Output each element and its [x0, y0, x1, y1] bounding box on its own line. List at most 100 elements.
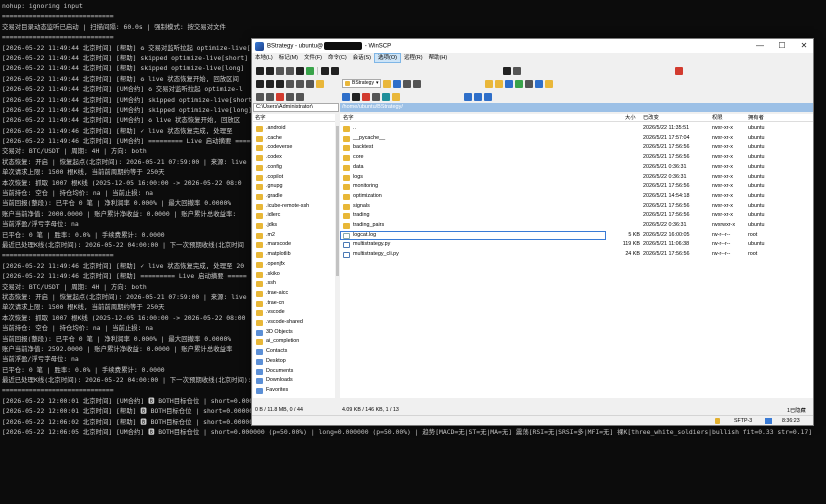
- filter-icon[interactable]: [503, 66, 511, 75]
- local-column-header[interactable]: 名字: [253, 114, 335, 122]
- local-list-item[interactable]: .vscode-shared: [253, 318, 335, 328]
- find-icon[interactable]: [525, 79, 534, 88]
- local-list-item[interactable]: .gradle: [253, 192, 335, 202]
- menu-item[interactable]: 命令(C): [325, 53, 350, 63]
- menu-item[interactable]: 选项(O): [374, 53, 401, 63]
- menu-item[interactable]: 帮助(H): [426, 53, 451, 63]
- transfer-settings-icon[interactable]: [321, 66, 329, 75]
- open-folder-icon[interactable]: [316, 79, 324, 88]
- remote-list-item[interactable]: trading 2026/5/21 17:56:56 rwxr-xr-x ubuntu: [340, 211, 813, 221]
- local-list-item[interactable]: .trae-aicc: [253, 289, 335, 299]
- local-view-icon[interactable]: [256, 66, 264, 75]
- local-list-item[interactable]: 3D Objects: [253, 328, 335, 338]
- remote-column-header[interactable]: 名字 大小 已改变 权限 拥有者: [340, 114, 813, 122]
- local-list-item[interactable]: .matplotlib: [253, 250, 335, 260]
- local-delete-icon[interactable]: [276, 92, 284, 101]
- local-list-item[interactable]: .ssh: [253, 279, 335, 289]
- back-icon[interactable]: [403, 79, 412, 88]
- root-dir-icon[interactable]: [495, 79, 504, 88]
- local-list-item[interactable]: .config: [253, 163, 335, 173]
- local-new-icon[interactable]: [296, 92, 304, 101]
- local-list-item[interactable]: Documents: [253, 367, 335, 377]
- invert-selection-icon[interactable]: [484, 92, 492, 101]
- local-list-item[interactable]: Favorites: [253, 386, 335, 396]
- remote-edit-icon[interactable]: [352, 92, 360, 101]
- upload-icon[interactable]: [256, 79, 264, 88]
- local-list-item[interactable]: .gnupg: [253, 182, 335, 192]
- unselect-icon[interactable]: [474, 92, 482, 101]
- session-dropdown[interactable]: BStrategy ▾: [342, 79, 382, 88]
- local-list-item[interactable]: .m2: [253, 231, 335, 241]
- remote-list-item[interactable]: trading_pairs 2026/5/22 0:36:31 rwxrwxr-x u…: [340, 221, 813, 231]
- local-copy-icon[interactable]: [256, 92, 264, 101]
- terminal-icon[interactable]: [296, 66, 304, 75]
- local-list-item[interactable]: .idlerc: [253, 211, 335, 221]
- move-icon[interactable]: [286, 79, 294, 88]
- local-list-item[interactable]: .marscode: [253, 240, 335, 250]
- local-list-item[interactable]: Downloads: [253, 376, 335, 386]
- local-list-item[interactable]: .codeverse: [253, 143, 335, 153]
- remote-list-item[interactable]: multistrategy_cli.py 24 KB 2026/5/21 17:56…: [340, 250, 813, 260]
- menu-item[interactable]: 文件(F): [301, 53, 325, 63]
- local-properties-icon[interactable]: [286, 92, 294, 101]
- remote-list-item[interactable]: .. 2026/5/22 11:35:51 rwxr-xr-x ubuntu: [340, 124, 813, 134]
- open-folder-icon[interactable]: [383, 79, 392, 88]
- scrollbar-thumb[interactable]: [336, 126, 339, 276]
- new-folder-icon[interactable]: [545, 79, 554, 88]
- local-list-item[interactable]: Desktop: [253, 357, 335, 367]
- local-list-item[interactable]: ai_completion: [253, 337, 335, 347]
- remote-list-item[interactable]: logcat.log 5 KB 2026/5/22 16:00:05 rw-r--r-…: [340, 230, 757, 241]
- rename-icon[interactable]: [382, 92, 390, 101]
- local-list-item[interactable]: .vscode: [253, 308, 335, 318]
- edit-icon[interactable]: [266, 79, 274, 88]
- menu-item[interactable]: 远程(R): [401, 53, 426, 63]
- remote-list-item[interactable]: core 2026/5/21 17:56:56 rwxr-xr-x ubuntu: [340, 153, 813, 163]
- column-changed[interactable]: 已改变: [643, 114, 659, 122]
- column-name[interactable]: 名字: [255, 114, 266, 122]
- delete-icon[interactable]: [362, 92, 370, 101]
- minimize-button[interactable]: —: [749, 39, 771, 53]
- column-owner[interactable]: 拥有者: [748, 114, 764, 122]
- local-list-item[interactable]: .icube-remote-ssh: [253, 202, 335, 212]
- local-file-list[interactable]: 名字 .android .cache .codeverse .codex .config…: [253, 114, 335, 398]
- menu-item[interactable]: 会话(S): [350, 53, 374, 63]
- local-list-item[interactable]: .codex: [253, 153, 335, 163]
- local-list-item[interactable]: .jdks: [253, 221, 335, 231]
- remote-file-list[interactable]: 名字 大小 已改变 权限 拥有者 .. 2026/5/22 11:35:51 rwx…: [340, 114, 813, 398]
- winscp-window[interactable]: BStrategy - ubuntu@ - WinSCP — ☐ ✕ 本地(L)…: [251, 38, 814, 426]
- remote-list-item[interactable]: data 2026/5/21 0:36:31 rwxr-xr-x ubuntu: [340, 163, 813, 173]
- local-list-item[interactable]: .copilot: [253, 173, 335, 183]
- remote-path-bar[interactable]: /home/ubuntu/BStrategy/: [340, 103, 813, 112]
- forward-icon[interactable]: [306, 79, 314, 88]
- title-bar[interactable]: BStrategy - ubuntu@ - WinSCP — ☐ ✕: [252, 39, 813, 53]
- download-icon[interactable]: [342, 92, 350, 101]
- menu-item[interactable]: 本地(L): [252, 53, 276, 63]
- local-list-item[interactable]: .trae-cn: [253, 299, 335, 309]
- menu-item[interactable]: 标记(M): [276, 53, 301, 63]
- forward-icon[interactable]: [413, 79, 422, 88]
- local-edit-icon[interactable]: [266, 92, 274, 101]
- preferences-icon[interactable]: [331, 66, 339, 75]
- compare-icon[interactable]: [276, 66, 284, 75]
- gear-icon[interactable]: [513, 66, 521, 75]
- bookmark-icon[interactable]: [535, 79, 544, 88]
- parent-dir-icon[interactable]: [485, 79, 494, 88]
- column-name[interactable]: 名字: [343, 114, 354, 122]
- new-session-icon[interactable]: [675, 66, 683, 75]
- sync-icon[interactable]: [266, 66, 274, 75]
- maximize-button[interactable]: ☐: [771, 39, 793, 53]
- remote-list-item[interactable]: signals 2026/5/21 17:56:56 rwxr-xr-x ubuntu: [340, 202, 813, 212]
- remote-list-item[interactable]: backtest 2026/5/21 17:56:56 rwxr-xr-x ubunt…: [340, 143, 813, 153]
- filter-icon[interactable]: [393, 79, 402, 88]
- remote-list-item[interactable]: multistrategy.py 119 KB 2026/5/21 11:06:38…: [340, 240, 813, 250]
- copy-icon[interactable]: [276, 79, 284, 88]
- refresh-icon[interactable]: [515, 79, 524, 88]
- remote-list-item[interactable]: __pycache__ 2026/5/21 17:57:04 rwxr-xr-x ub…: [340, 134, 813, 144]
- properties-icon[interactable]: [372, 92, 380, 101]
- local-list-item[interactable]: .android: [253, 124, 335, 134]
- new-file-icon[interactable]: [392, 92, 400, 101]
- select-all-icon[interactable]: [464, 92, 472, 101]
- home-dir-icon[interactable]: [505, 79, 514, 88]
- queue-icon[interactable]: [306, 66, 314, 75]
- console-icon[interactable]: [286, 66, 294, 75]
